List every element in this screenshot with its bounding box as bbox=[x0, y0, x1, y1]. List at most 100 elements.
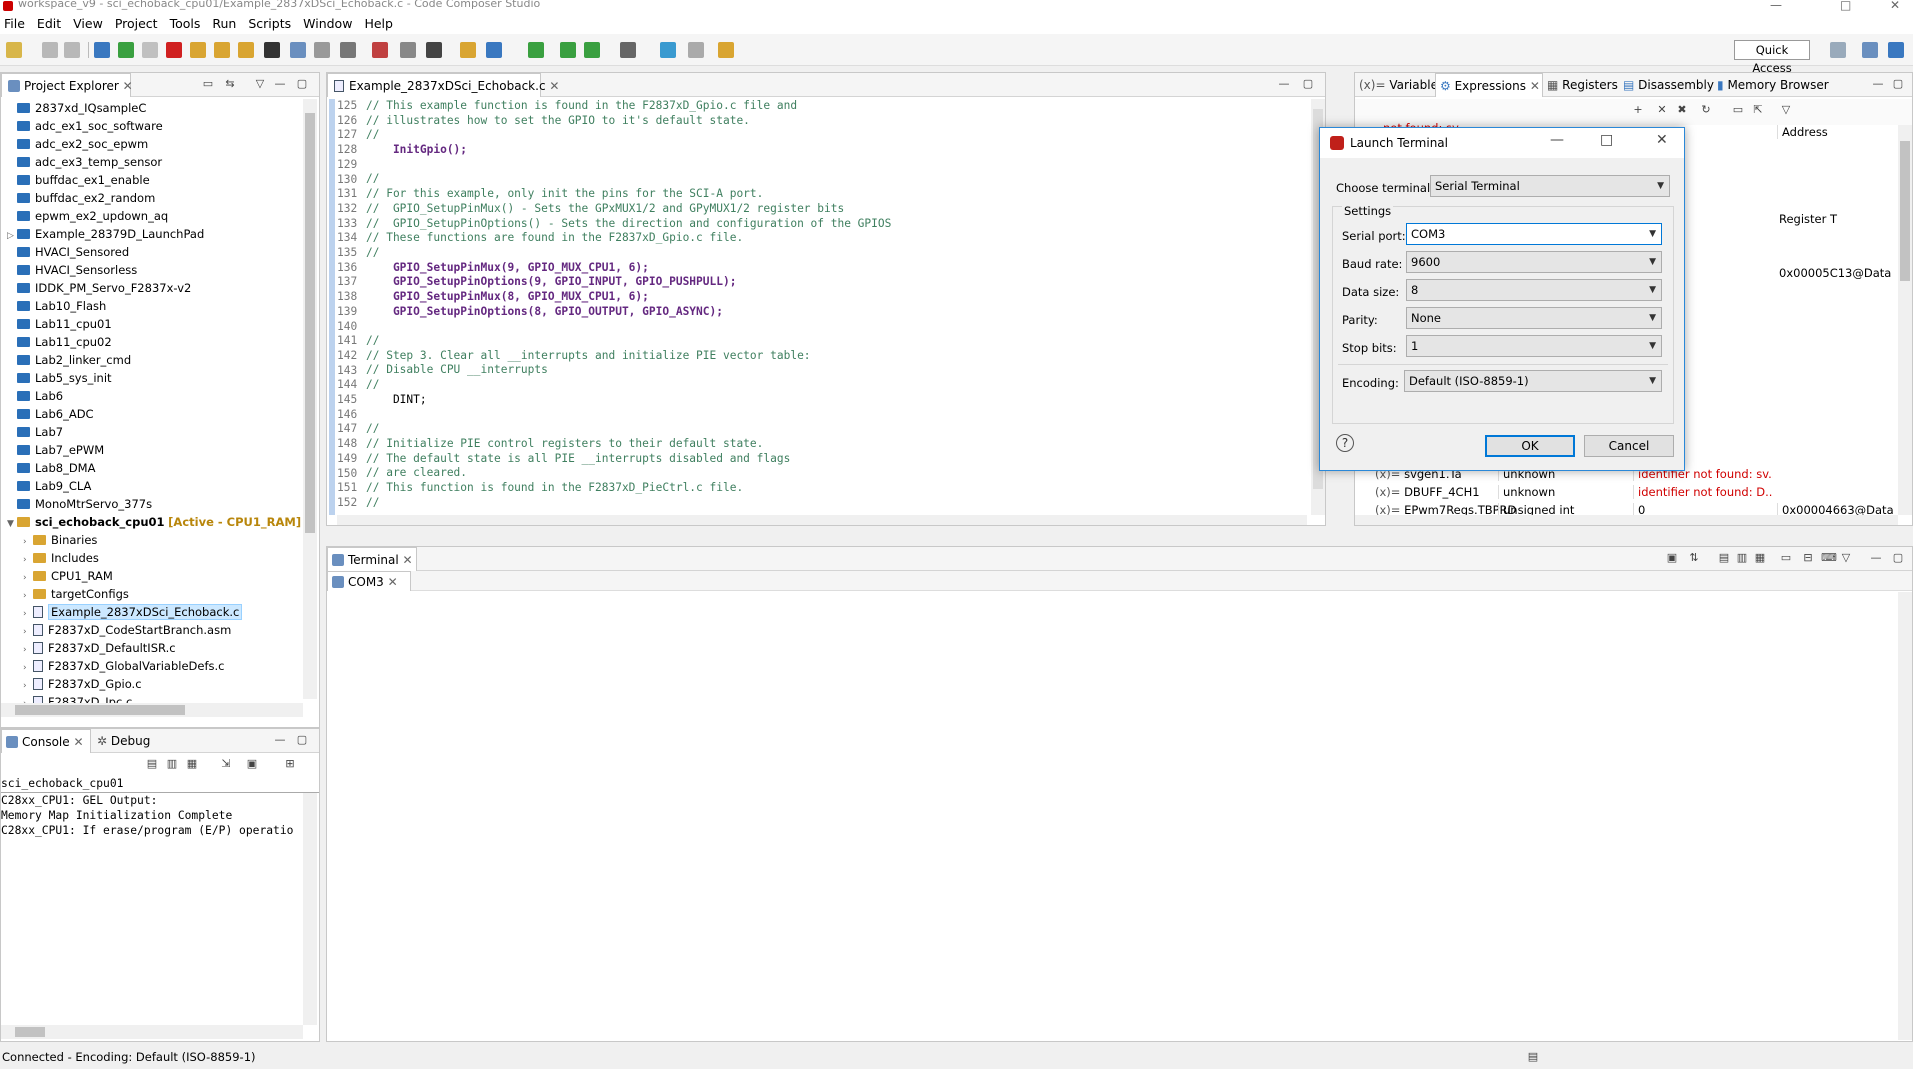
refresh-expressions-icon[interactable]: ↻ bbox=[1699, 103, 1713, 117]
close-tab-icon[interactable]: ✕ bbox=[73, 735, 83, 749]
choose-terminal-select[interactable]: Serial Terminal ▼ bbox=[1430, 175, 1670, 197]
scroll-lock-icon[interactable]: ▭ bbox=[1779, 551, 1793, 565]
console-horizontal-scrollbar[interactable] bbox=[1, 1025, 303, 1039]
minimize-view-icon[interactable]: — bbox=[1869, 551, 1883, 565]
encoding-select[interactable]: Default (ISO-8859-1) ▼ bbox=[1404, 370, 1662, 392]
open-perspective-icon[interactable] bbox=[1830, 42, 1846, 58]
tree-project-item[interactable]: Lab6_ADC bbox=[7, 405, 94, 423]
remove-expression-icon[interactable]: ✕ bbox=[1655, 103, 1669, 117]
tree-project-item[interactable]: Lab7_ePWM bbox=[7, 441, 104, 459]
step-return-icon[interactable] bbox=[238, 42, 254, 58]
code-line[interactable]: GPIO_SetupPinOptions(9, GPIO_INPUT, GPIO… bbox=[366, 275, 891, 290]
save-all-icon[interactable] bbox=[64, 42, 80, 58]
tab-com3[interactable]: COM3 ✕ bbox=[327, 571, 411, 591]
view-menu-icon[interactable]: ▽ bbox=[253, 77, 267, 91]
paste-terminal-icon[interactable]: ▥ bbox=[1735, 551, 1749, 565]
code-line[interactable]: // are cleared. bbox=[366, 466, 891, 481]
tree-child-item[interactable]: › F2837xD_Gpio.c bbox=[23, 675, 142, 693]
step-over-icon[interactable] bbox=[214, 42, 230, 58]
view-menu-icon[interactable]: ▽ bbox=[1779, 103, 1793, 117]
pin-console-icon[interactable]: ⇲ bbox=[219, 757, 233, 771]
tab-project-explorer[interactable]: Project Explorer ✕ bbox=[1, 73, 133, 97]
tree-project-item[interactable]: IDDK_PM_Servo_F2837x-v2 bbox=[7, 279, 191, 297]
serial-port-select[interactable]: COM3 ▼ bbox=[1406, 223, 1662, 245]
tab-console[interactable]: Console ✕ bbox=[1, 729, 91, 753]
close-tab-icon[interactable]: ✕ bbox=[1530, 79, 1540, 93]
status-icon[interactable]: ▤ bbox=[1526, 1050, 1540, 1064]
collapse-all-icon[interactable]: ▭ bbox=[201, 77, 215, 91]
memory-icon[interactable] bbox=[264, 42, 280, 58]
code-line[interactable]: // GPIO_SetupPinMux() - Sets the GPxMUX1… bbox=[366, 202, 891, 217]
tree-vertical-scrollbar[interactable] bbox=[303, 99, 317, 699]
expression-row[interactable]: (x)= DBUFF_4CH1 unknown identifier not fou… bbox=[1355, 485, 1898, 503]
refresh-icon[interactable] bbox=[460, 42, 476, 58]
tab-disassembly[interactable]: ▤ Disassembly bbox=[1623, 78, 1714, 92]
menu-run[interactable]: Run bbox=[206, 14, 242, 33]
tree-project-item[interactable]: Lab10_Flash bbox=[7, 297, 106, 315]
new-console-icon[interactable]: ⊞ bbox=[283, 757, 297, 771]
code-line[interactable]: InitGpio(); bbox=[366, 143, 891, 158]
code-line[interactable]: // bbox=[366, 128, 891, 143]
terminal-output[interactable] bbox=[327, 592, 1897, 1040]
code-line[interactable]: // The default state is all PIE __interr… bbox=[366, 452, 891, 467]
code-line[interactable]: // illustrates how to set the GPIO to it… bbox=[366, 114, 891, 129]
pin-icon[interactable] bbox=[718, 42, 734, 58]
close-tab-icon[interactable]: ✕ bbox=[403, 553, 413, 567]
dialog-maximize-button[interactable]: □ bbox=[1600, 132, 1613, 148]
tools-icon[interactable] bbox=[620, 42, 636, 58]
code-line[interactable]: // bbox=[366, 334, 891, 349]
code-line[interactable]: // bbox=[366, 246, 891, 261]
disconnect-terminal-icon[interactable]: ⇅ bbox=[1687, 551, 1701, 565]
code-line[interactable]: GPIO_SetupPinOptions(8, GPIO_OUTPUT, GPI… bbox=[366, 305, 891, 320]
tree-project-item[interactable]: Lab5_sys_init bbox=[7, 369, 112, 387]
tree-project-item[interactable]: HVACI_Sensorless bbox=[7, 261, 137, 279]
close-tab-icon[interactable]: ✕ bbox=[388, 575, 398, 589]
menu-file[interactable]: File bbox=[0, 14, 31, 33]
code-area[interactable]: // This example function is found in the… bbox=[366, 99, 891, 510]
parity-select[interactable]: None ▼ bbox=[1406, 307, 1662, 329]
code-line[interactable]: // Step 3. Clear all __interrupts and in… bbox=[366, 349, 891, 364]
tree-project-item[interactable]: 2837xd_IQsampleC bbox=[7, 99, 146, 117]
stop-bits-select[interactable]: 1 ▼ bbox=[1406, 335, 1662, 357]
search-icon[interactable] bbox=[660, 42, 676, 58]
tree-child-item[interactable]: › Example_2837xDSci_Echoback.c bbox=[23, 603, 243, 621]
open-terminal-icon[interactable]: ▣ bbox=[1665, 551, 1679, 565]
editor-horizontal-scrollbar[interactable] bbox=[337, 515, 1307, 525]
close-tab-icon[interactable]: ✕ bbox=[123, 79, 133, 93]
word-wrap-icon[interactable]: ▦ bbox=[185, 757, 199, 771]
debug-launch-icon[interactable] bbox=[528, 42, 544, 58]
tab-variables[interactable]: (x)= Variables bbox=[1359, 78, 1444, 92]
tree-project-item[interactable]: adc_ex2_soc_epwm bbox=[7, 135, 148, 153]
tree-project-item[interactable]: Lab8_DMA bbox=[7, 459, 95, 477]
maximize-view-icon[interactable]: ▢ bbox=[1891, 551, 1905, 565]
maximize-view-icon[interactable]: ▢ bbox=[1891, 77, 1905, 91]
close-window-button[interactable]: ✕ bbox=[1890, 0, 1900, 12]
debug-run-icon[interactable] bbox=[426, 42, 442, 58]
code-line[interactable] bbox=[366, 407, 891, 422]
tab-memory-browser[interactable]: ▮ Memory Browser bbox=[1717, 78, 1829, 92]
debug-icon[interactable] bbox=[340, 42, 356, 58]
scroll-lock-icon[interactable]: ▥ bbox=[165, 757, 179, 771]
code-line[interactable]: // GPIO_SetupPinOptions() - Sets the dir… bbox=[366, 217, 891, 232]
cancel-button[interactable]: Cancel bbox=[1584, 435, 1674, 457]
skip-breakpoints-icon[interactable] bbox=[372, 42, 388, 58]
close-tab-icon[interactable]: ✕ bbox=[549, 79, 559, 93]
terminate-icon[interactable] bbox=[166, 42, 182, 58]
code-line[interactable]: // bbox=[366, 496, 891, 511]
tree-project-item[interactable]: MonoMtrServo_377s bbox=[7, 495, 152, 513]
menu-tools[interactable]: Tools bbox=[164, 14, 207, 33]
tree-horizontal-scrollbar[interactable] bbox=[1, 703, 303, 717]
tree-project-item[interactable]: Lab6 bbox=[7, 387, 63, 405]
code-line[interactable] bbox=[366, 158, 891, 173]
suspend-icon[interactable] bbox=[142, 42, 158, 58]
code-line[interactable]: DINT; bbox=[366, 393, 891, 408]
copy-terminal-icon[interactable]: ▤ bbox=[1717, 551, 1731, 565]
dialog-minimize-button[interactable]: — bbox=[1550, 132, 1564, 148]
code-line[interactable]: // bbox=[366, 422, 891, 437]
code-line[interactable]: // Initialize PIE control registers to t… bbox=[366, 437, 891, 452]
tree-project-item[interactable]: ▷ Example_28379D_LaunchPad bbox=[7, 225, 204, 243]
display-console-icon[interactable]: ▣ bbox=[245, 757, 259, 771]
menu-window[interactable]: Window bbox=[297, 14, 358, 33]
tree-child-item[interactable]: › F2837xD_CodeStartBranch.asm bbox=[23, 621, 231, 639]
tree-project-item[interactable]: Lab11_cpu02 bbox=[7, 333, 112, 351]
